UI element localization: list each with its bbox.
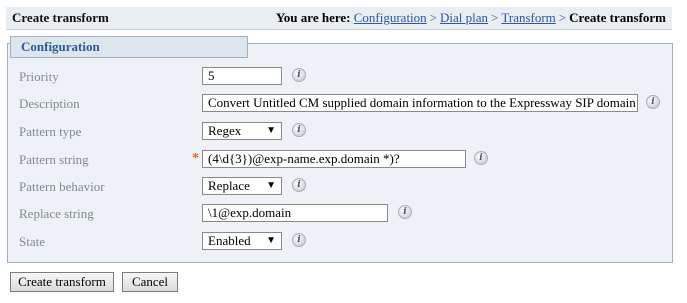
pattern-string-row: Pattern string * (4\d{3})@exp-name.exp.d… xyxy=(0,149,687,171)
breadcrumb-link-configuration[interactable]: Configuration xyxy=(354,10,427,25)
breadcrumb-link-transform[interactable]: Transform xyxy=(501,10,555,25)
page-header: Create transform You are here: Configura… xyxy=(6,7,672,30)
replace-string-label: Replace string xyxy=(19,206,94,221)
info-icon[interactable]: i xyxy=(474,151,488,165)
cancel-button[interactable]: Cancel xyxy=(122,272,178,292)
info-icon[interactable]: i xyxy=(292,123,306,137)
chevron-down-icon: ▼ xyxy=(266,125,276,136)
chevron-down-icon: ▼ xyxy=(266,235,276,246)
pattern-behavior-value: Replace xyxy=(208,178,250,193)
state-select[interactable]: Enabled ▼ xyxy=(202,232,282,250)
chevron-down-icon: ▼ xyxy=(266,180,276,191)
info-icon[interactable]: i xyxy=(292,233,306,247)
info-icon[interactable]: i xyxy=(292,178,306,192)
pattern-behavior-label: Pattern behavior xyxy=(19,179,105,194)
info-icon[interactable]: i xyxy=(398,205,412,219)
priority-label: Priority xyxy=(19,69,59,84)
priority-input[interactable]: 5 xyxy=(202,67,282,85)
replace-string-input[interactable]: \1@exp.domain xyxy=(202,204,388,222)
page-title: Create transform xyxy=(12,10,109,25)
breadcrumb-link-dial-plan[interactable]: Dial plan xyxy=(440,10,488,25)
breadcrumb-separator: > xyxy=(429,10,438,25)
pattern-behavior-row: Pattern behavior Replace ▼ i xyxy=(0,176,687,198)
required-marker: * xyxy=(192,151,199,166)
replace-string-row: Replace string \1@exp.domain i xyxy=(0,203,687,225)
info-icon[interactable]: i xyxy=(646,95,660,109)
pattern-type-row: Pattern type Regex ▼ i xyxy=(0,121,687,143)
pattern-string-input[interactable]: (4\d{3})@exp-name.exp.domain *)? xyxy=(202,150,466,168)
pattern-type-label: Pattern type xyxy=(19,124,82,139)
breadcrumb-separator: > xyxy=(491,10,499,25)
pattern-string-label: Pattern string xyxy=(19,152,89,167)
breadcrumb: You are here: Configuration > Dial plan > Tr… xyxy=(276,10,666,26)
priority-row: Priority 5 i xyxy=(0,66,687,88)
state-value: Enabled xyxy=(208,233,251,248)
section-legend-label: Configuration xyxy=(21,39,100,54)
description-row: Description Convert Untitled CM supplied… xyxy=(0,93,687,115)
breadcrumb-lead: You are here: xyxy=(275,10,351,25)
description-input[interactable]: Convert Untitled CM supplied domain info… xyxy=(202,94,638,112)
info-icon[interactable]: i xyxy=(292,68,306,82)
create-transform-button[interactable]: Create transform xyxy=(10,272,114,292)
state-row: State Enabled ▼ i xyxy=(0,231,687,253)
description-label: Description xyxy=(19,96,80,111)
pattern-type-value: Regex xyxy=(208,123,242,138)
pattern-type-select[interactable]: Regex ▼ xyxy=(202,122,282,140)
pattern-behavior-select[interactable]: Replace ▼ xyxy=(202,177,282,195)
breadcrumb-current: Create transform xyxy=(569,10,666,25)
breadcrumb-separator: > xyxy=(558,10,567,25)
state-label: State xyxy=(19,234,45,249)
section-legend: Configuration xyxy=(10,36,248,58)
